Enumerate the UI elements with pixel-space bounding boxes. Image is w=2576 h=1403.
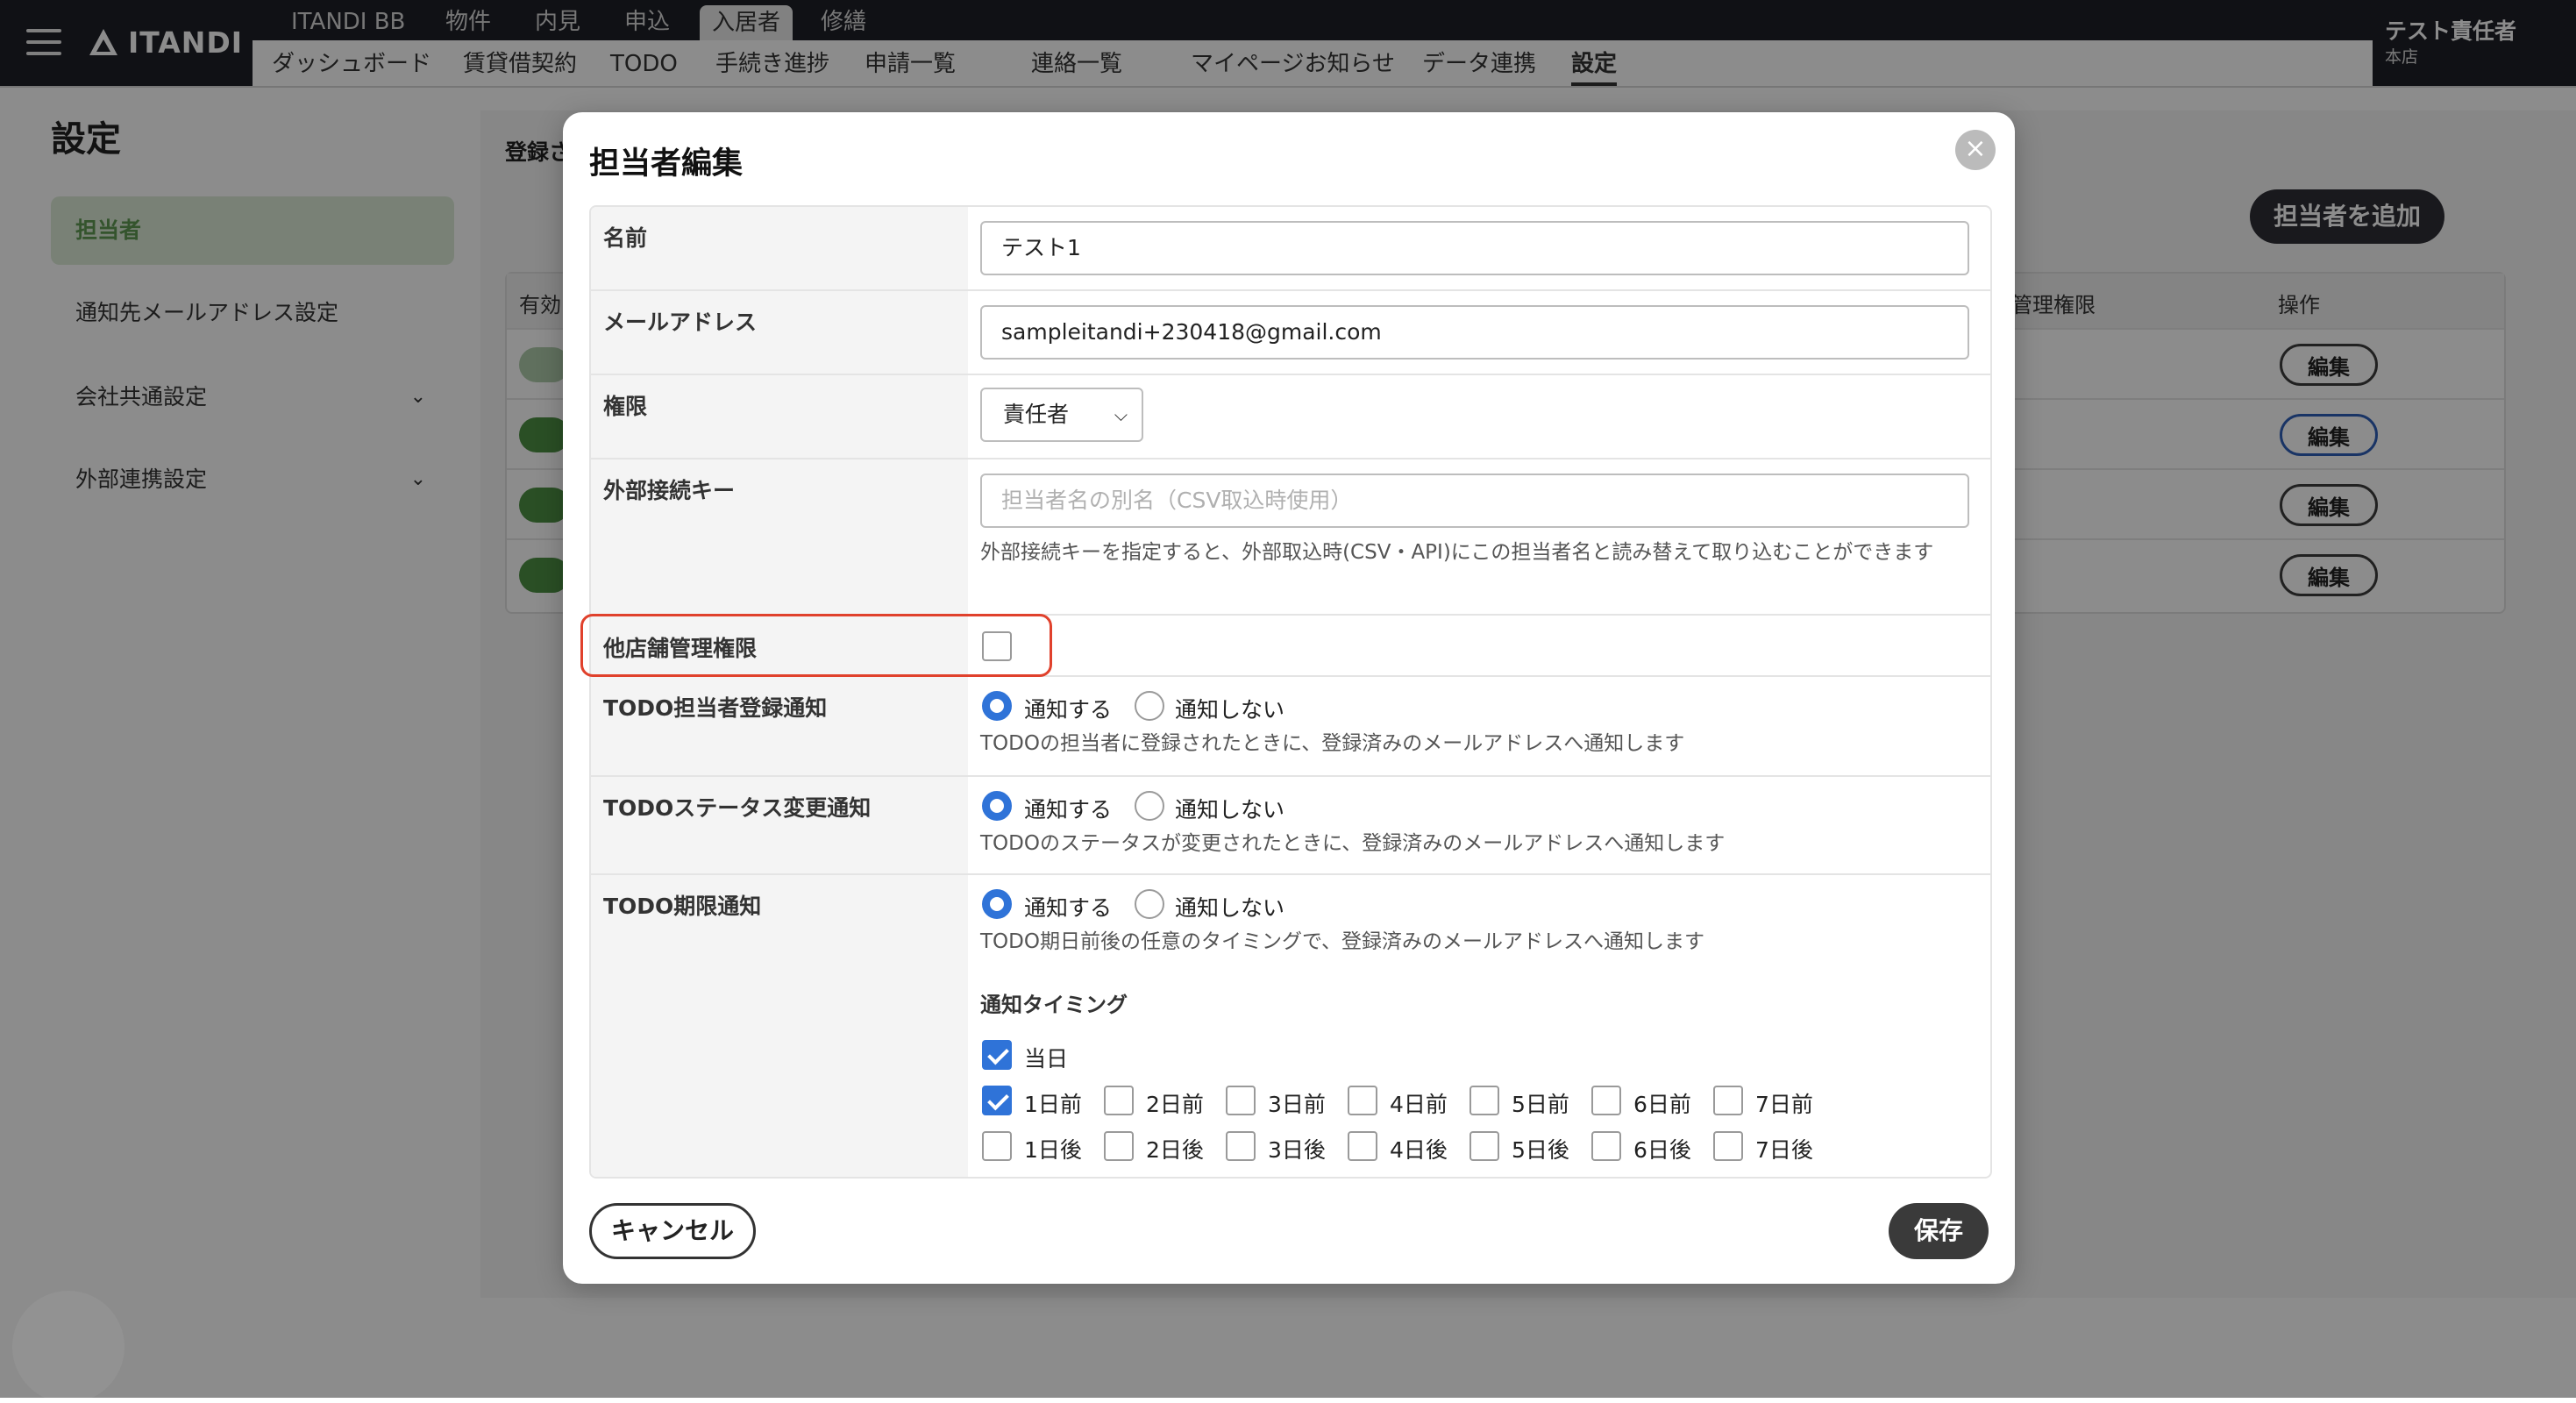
timing-before-4-checkbox[interactable] [1348,1086,1377,1115]
checkbox-label: 1日前 [1024,1092,1082,1117]
close-icon[interactable]: × [1955,130,1996,170]
form-row-email: メールアドレス sampleitandi+230418@gmail.com [591,289,1990,375]
email-input[interactable]: sampleitandi+230418@gmail.com [980,305,1969,360]
field-label-todo-deadline: TODO期限通知 [591,875,968,1177]
timing-after-3-checkbox[interactable] [1226,1131,1256,1161]
field-label-email: メールアドレス [591,291,968,375]
form-row-todo-status: TODOステータス変更通知 通知する 通知しない TODOのステータスが変更され… [591,775,1990,875]
radio-label: 通知しない [1175,797,1285,823]
form-row-role: 権限 責任者 ⌵ [591,374,1990,459]
radio-label: 通知する [1024,895,1113,921]
checkbox-label: 4日前 [1390,1092,1448,1117]
field-label-external-key: 外部接続キー [591,459,968,616]
radio-label: 通知する [1024,797,1113,823]
todo-assign-no-notify-radio[interactable] [1135,691,1164,721]
radio-label: 通知しない [1175,697,1285,723]
todo-deadline-notify-radio[interactable] [982,889,1012,919]
form-row-todo-deadline: TODO期限通知 通知する 通知しない TODO期日前後の任意のタイミングで、登… [591,873,1990,1177]
checkbox-label: 7日前 [1755,1092,1813,1117]
dialog-title: 担当者編集 [589,146,744,182]
checkbox-label: 3日前 [1268,1092,1326,1117]
timing-before-6-checkbox[interactable] [1591,1086,1621,1115]
timing-before-2-checkbox[interactable] [1104,1086,1134,1115]
timing-today-checkbox[interactable] [982,1040,1012,1070]
checkbox-label: 3日後 [1268,1137,1326,1163]
radio-label: 通知する [1024,697,1113,723]
todo-status-notify-radio[interactable] [982,791,1012,821]
radio-label: 通知しない [1175,895,1285,921]
timing-after-5-checkbox[interactable] [1469,1131,1499,1161]
timing-label: 通知タイミング [980,993,1128,1017]
name-input[interactable]: テスト1 [980,221,1969,275]
timing-before-7-checkbox[interactable] [1713,1086,1743,1115]
checkbox-label: 4日後 [1390,1137,1448,1163]
external-key-input[interactable]: 担当者名の別名（CSV取込時使用） [980,474,1969,528]
form-row-external-key: 外部接続キー 担当者名の別名（CSV取込時使用） 外部接続キーを指定すると、外部… [591,458,1990,616]
timing-before-1-checkbox[interactable] [982,1086,1012,1115]
save-button[interactable]: 保存 [1889,1203,1989,1259]
checkbox-label: 5日前 [1512,1092,1569,1117]
staff-form: 名前 テスト1 メールアドレス sampleitandi+230418@gmai… [589,205,1992,1179]
form-row-todo-assign: TODO担当者登録通知 通知する 通知しない TODOの担当者に登録されたときに… [591,675,1990,777]
external-key-help: 外部接続キーを指定すると、外部取込時(CSV・API)にこの担当者名と読み替えて… [980,541,1934,564]
checkbox-label: 6日前 [1633,1092,1691,1117]
chevron-down-icon: ⌵ [1114,404,1128,425]
todo-deadline-no-notify-radio[interactable] [1135,889,1164,919]
timing-after-1-checkbox[interactable] [982,1131,1012,1161]
checkbox-label: 2日後 [1146,1137,1204,1163]
checkbox-label: 2日前 [1146,1092,1204,1117]
field-label-todo-assign: TODO担当者登録通知 [591,677,968,777]
todo-assign-help: TODOの担当者に登録されたときに、登録済みのメールアドレスへ通知します [980,732,1685,755]
checkbox-label: 6日後 [1633,1137,1691,1163]
todo-assign-notify-radio[interactable] [982,691,1012,721]
timing-after-6-checkbox[interactable] [1591,1131,1621,1161]
role-select-value: 責任者 [1003,402,1070,427]
todo-status-help: TODOのステータスが変更されたときに、登録済みのメールアドレスへ通知します [980,832,1726,855]
field-label-todo-status: TODOステータス変更通知 [591,777,968,875]
cancel-button[interactable]: キャンセル [589,1203,756,1259]
checkbox-label: 当日 [1024,1046,1069,1072]
field-label-name: 名前 [591,207,968,289]
highlight-box [580,614,1052,677]
todo-deadline-help: TODO期日前後の任意のタイミングで、登録済みのメールアドレスへ通知します [980,930,1705,953]
floating-help-button[interactable] [12,1291,125,1403]
form-row-name: 名前 テスト1 [591,207,1990,289]
timing-before-3-checkbox[interactable] [1226,1086,1256,1115]
timing-after-2-checkbox[interactable] [1104,1131,1134,1161]
timing-after-7-checkbox[interactable] [1713,1131,1743,1161]
staff-edit-dialog: 担当者編集 × 名前 テスト1 メールアドレス sampleitandi+230… [563,112,2015,1284]
field-label-role: 権限 [591,375,968,459]
timing-after-4-checkbox[interactable] [1348,1131,1377,1161]
role-select[interactable]: 責任者 ⌵ [980,388,1143,442]
checkbox-label: 1日後 [1024,1137,1082,1163]
checkbox-label: 5日後 [1512,1137,1569,1163]
todo-status-no-notify-radio[interactable] [1135,791,1164,821]
timing-before-5-checkbox[interactable] [1469,1086,1499,1115]
checkbox-label: 7日後 [1755,1137,1813,1163]
